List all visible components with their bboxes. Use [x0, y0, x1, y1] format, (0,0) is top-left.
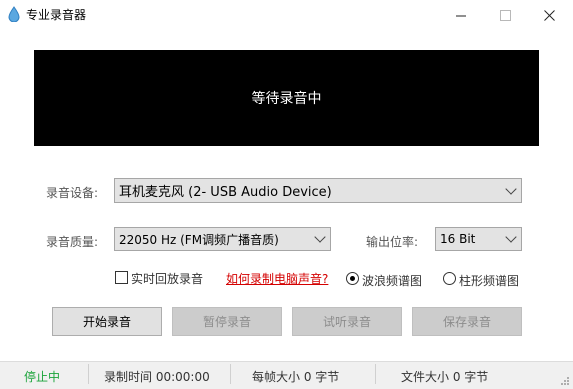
- display-status-text: 等待录音中: [251, 91, 322, 107]
- wave-spectrum-radio[interactable]: [346, 272, 359, 285]
- pause-record-button[interactable]: 暂停录音: [172, 307, 282, 336]
- status-divider: [88, 364, 89, 384]
- status-divider: [230, 364, 231, 384]
- save-record-button[interactable]: 保存录音: [412, 307, 522, 336]
- minimize-button[interactable]: [439, 0, 483, 30]
- close-icon: [543, 9, 555, 21]
- window-title: 专业录音器: [26, 8, 87, 22]
- quality-label: 录音质量:: [46, 235, 99, 249]
- maximize-button[interactable]: [483, 0, 527, 30]
- start-record-button[interactable]: 开始录音: [52, 307, 162, 336]
- resize-grip-icon[interactable]: [560, 376, 570, 386]
- chevron-down-icon: [505, 182, 517, 195]
- wave-spectrum-label[interactable]: 波浪频谱图: [362, 272, 422, 289]
- bar-spectrum-radio[interactable]: [443, 272, 456, 285]
- quality-select[interactable]: 22050 Hz (FM调频广播音质): [114, 227, 331, 251]
- spectrum-display: 等待录音中: [34, 50, 539, 146]
- bitrate-select-value: 16 Bit: [440, 232, 476, 246]
- close-button[interactable]: [527, 0, 571, 30]
- realtime-playback-checkbox[interactable]: [115, 271, 128, 284]
- status-divider: [375, 364, 376, 384]
- chevron-down-icon: [314, 231, 326, 243]
- realtime-playback-label[interactable]: 实时回放录音: [131, 270, 203, 287]
- minimize-icon: [455, 15, 466, 16]
- status-state: 停止中: [24, 370, 61, 384]
- device-select-value: 耳机麦克风 (2- USB Audio Device): [119, 185, 332, 200]
- status-record-time: 录制时间 00:00:00: [104, 370, 210, 384]
- water-drop-icon: [8, 6, 20, 22]
- status-file-size: 文件大小 0 字节: [401, 370, 489, 384]
- bitrate-select[interactable]: 16 Bit: [435, 227, 522, 251]
- device-select[interactable]: 耳机麦克风 (2- USB Audio Device): [114, 178, 522, 203]
- device-label: 录音设备:: [46, 186, 99, 200]
- quality-select-value: 22050 Hz (FM调频广播音质): [119, 232, 279, 247]
- status-frame-size: 每帧大小 0 字节: [252, 370, 340, 384]
- chevron-down-icon: [505, 231, 517, 243]
- maximize-icon: [499, 9, 511, 21]
- preview-record-button[interactable]: 试听录音: [292, 307, 402, 336]
- bitrate-label: 输出位率:: [366, 235, 419, 249]
- bar-spectrum-label[interactable]: 柱形频谱图: [459, 272, 519, 289]
- howto-record-link[interactable]: 如何录制电脑声音?: [226, 270, 328, 287]
